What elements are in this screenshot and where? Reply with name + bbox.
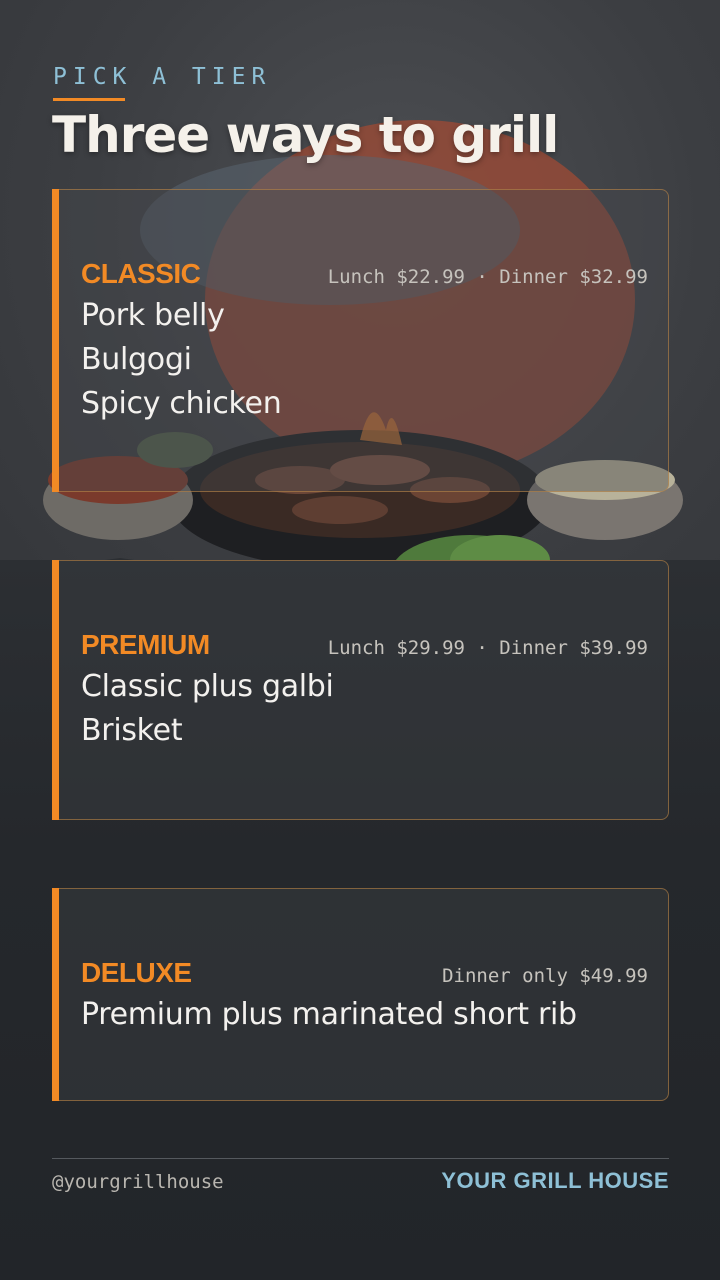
footer-divider	[52, 1158, 669, 1159]
list-item: Classic plus galbi	[81, 669, 334, 704]
tier-name: DELUXE	[81, 957, 192, 988]
list-item: Pork belly	[81, 298, 225, 333]
list-item: Premium plus marinated short rib	[81, 997, 577, 1032]
eyebrow-label: PICK A TIER	[53, 64, 272, 90]
eyebrow-underline	[53, 98, 125, 101]
list-item: Brisket	[81, 713, 183, 748]
tier-card-classic[interactable]: CLASSIC Lunch $22.99 · Dinner $32.99 Por…	[52, 189, 669, 492]
list-item: Spicy chicken	[81, 386, 282, 421]
tier-price: Dinner only $49.99	[442, 965, 648, 987]
tier-items: Premium plus marinated short rib	[81, 993, 577, 1037]
page-title: Three ways to grill	[52, 106, 559, 164]
brand-name: YOUR GRILL HOUSE	[441, 1168, 669, 1193]
list-item: Bulgogi	[81, 342, 192, 377]
tier-items: Pork belly Bulgogi Spicy chicken	[81, 294, 282, 426]
tier-price: Lunch $29.99 · Dinner $39.99	[327, 637, 648, 659]
tier-name: PREMIUM	[81, 629, 210, 660]
tier-price: Lunch $22.99 · Dinner $32.99	[327, 266, 648, 288]
social-handle[interactable]: @yourgrillhouse	[52, 1171, 224, 1193]
tier-items: Classic plus galbi Brisket	[81, 665, 334, 753]
tier-card-deluxe[interactable]: DELUXE Dinner only $49.99 Premium plus m…	[52, 888, 669, 1101]
tier-card-premium[interactable]: PREMIUM Lunch $29.99 · Dinner $39.99 Cla…	[52, 560, 669, 820]
tier-name: CLASSIC	[81, 258, 201, 289]
